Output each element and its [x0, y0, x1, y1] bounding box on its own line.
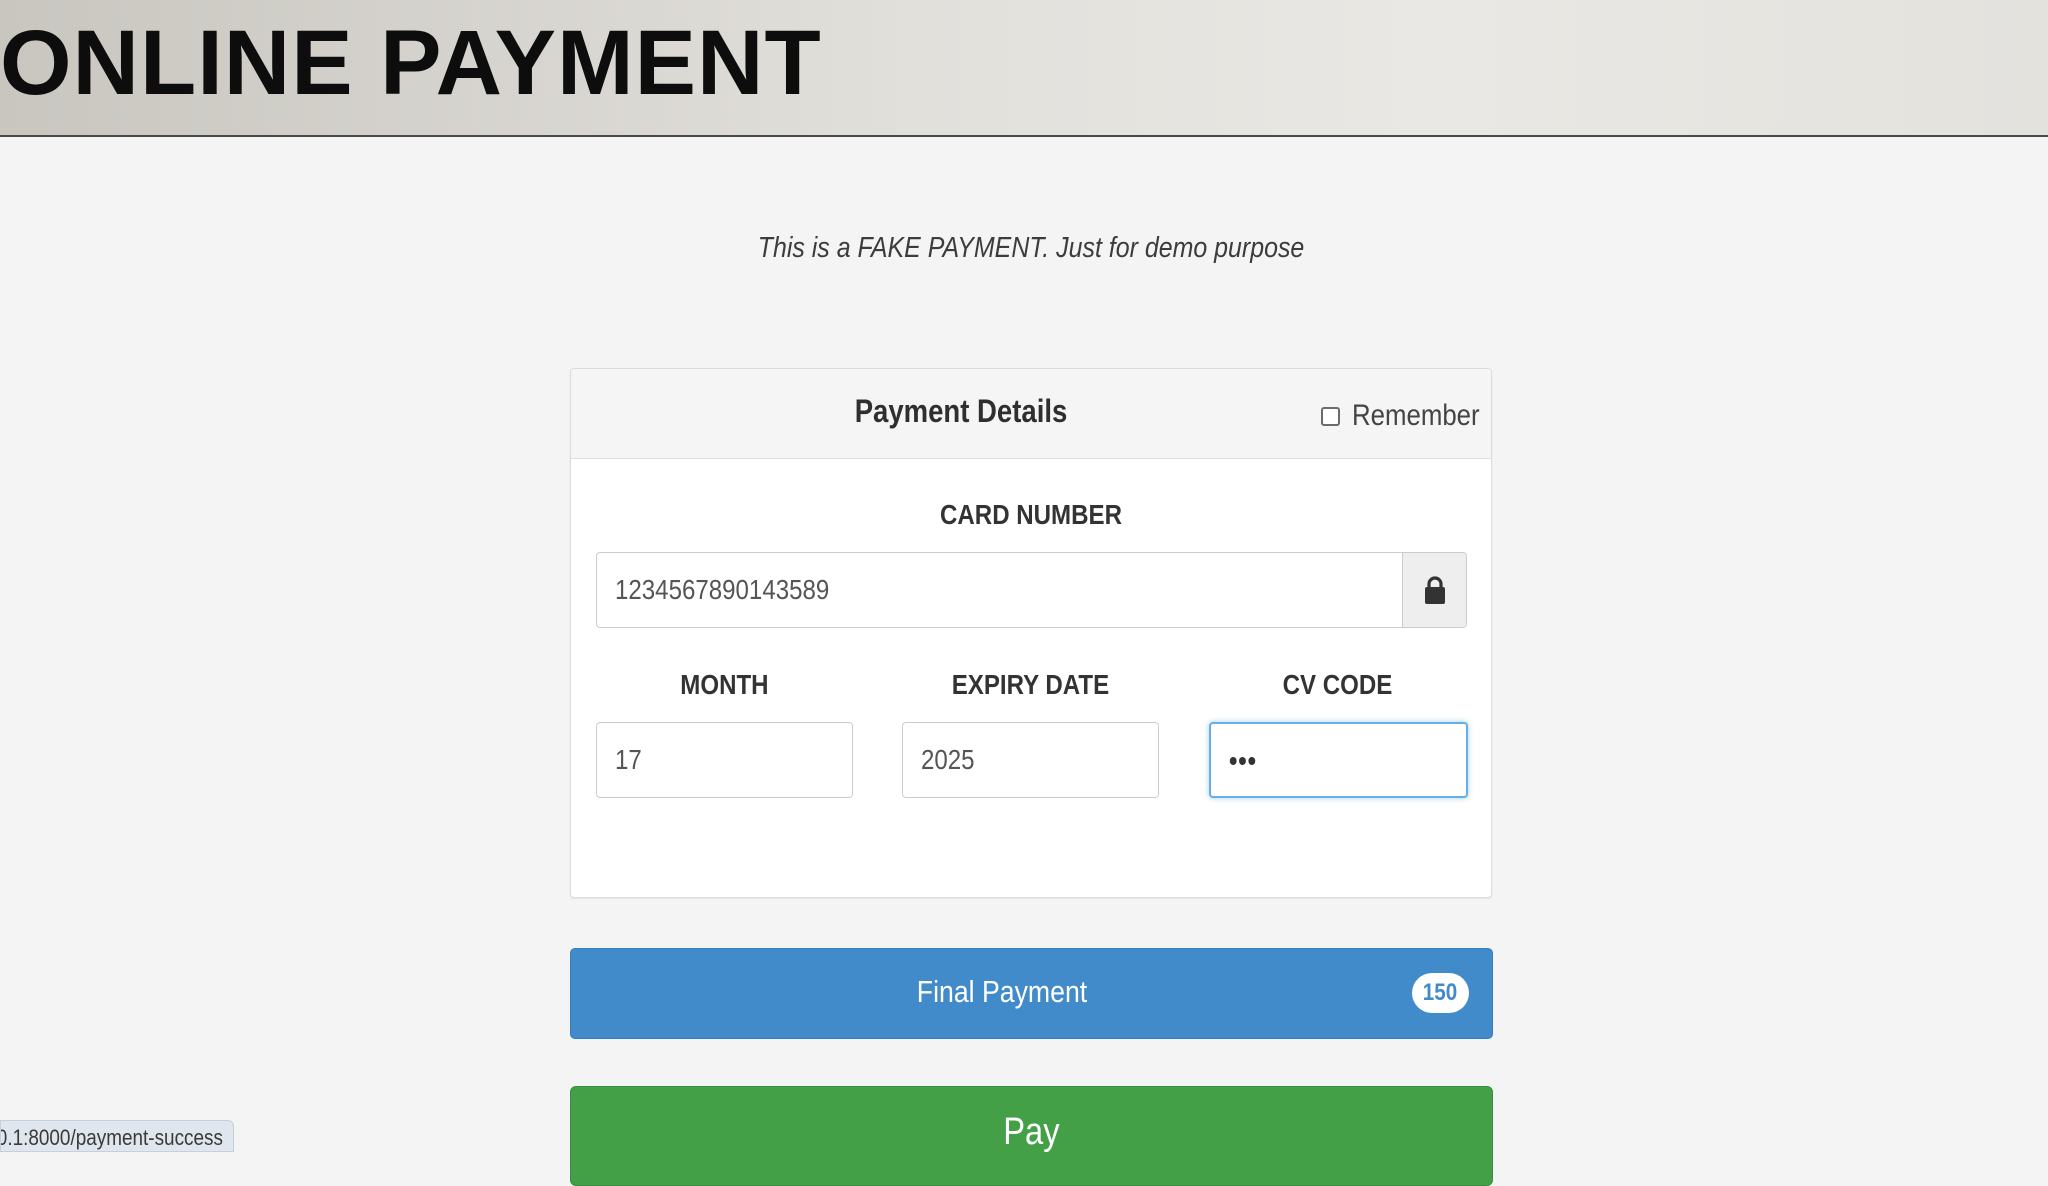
card-number-input[interactable]: 1234567890143589 — [597, 553, 1401, 627]
month-value: 17 — [615, 744, 642, 775]
status-url-text: 0.1:8000/payment-success — [0, 1125, 223, 1150]
remember-label: Remember — [1352, 399, 1480, 432]
month-input[interactable]: 17 — [596, 722, 853, 798]
final-payment-label: Final Payment — [916, 974, 1088, 1009]
cv-code-value: ••• — [1229, 745, 1257, 776]
month-label: MONTH — [680, 669, 769, 700]
pay-button[interactable]: Pay — [570, 1086, 1493, 1186]
expiry-value: 2025 — [921, 744, 975, 775]
card-number-field[interactable]: 1234567890143589 — [596, 552, 1467, 628]
lock-addon — [1402, 553, 1466, 627]
status-bar-url: 0.1:8000/payment-success — [0, 1120, 234, 1152]
panel-heading: Payment Details Remember — [571, 369, 1491, 459]
cv-code-label: CV CODE — [1282, 669, 1393, 700]
page-title: ONLINE PAYMENT — [0, 12, 822, 114]
panel-title: Payment Details — [854, 393, 1068, 429]
demo-notice: This is a FAKE PAYMENT. Just for demo pu… — [757, 232, 1305, 264]
lock-icon — [1424, 576, 1445, 604]
cv-code-input[interactable]: ••• — [1209, 722, 1468, 798]
expiry-date-input[interactable]: 2025 — [902, 722, 1159, 798]
card-number-value: 1234567890143589 — [615, 574, 830, 605]
final-payment-button[interactable]: Final Payment 150 — [570, 948, 1493, 1039]
amount-badge: 150 — [1412, 973, 1469, 1013]
card-number-label: CARD NUMBER — [940, 499, 1122, 530]
expiry-date-label: EXPIRY DATE — [951, 669, 1110, 700]
title-banner: ONLINE PAYMENT — [0, 0, 2048, 137]
remember-checkbox[interactable]: Remember — [1321, 399, 1500, 432]
payment-details-panel: Payment Details Remember CARD NUMBER 123… — [570, 368, 1492, 898]
checkbox-icon[interactable] — [1321, 406, 1340, 426]
amount-badge-value: 150 — [1423, 979, 1458, 1006]
pay-label: Pay — [1003, 1111, 1060, 1153]
